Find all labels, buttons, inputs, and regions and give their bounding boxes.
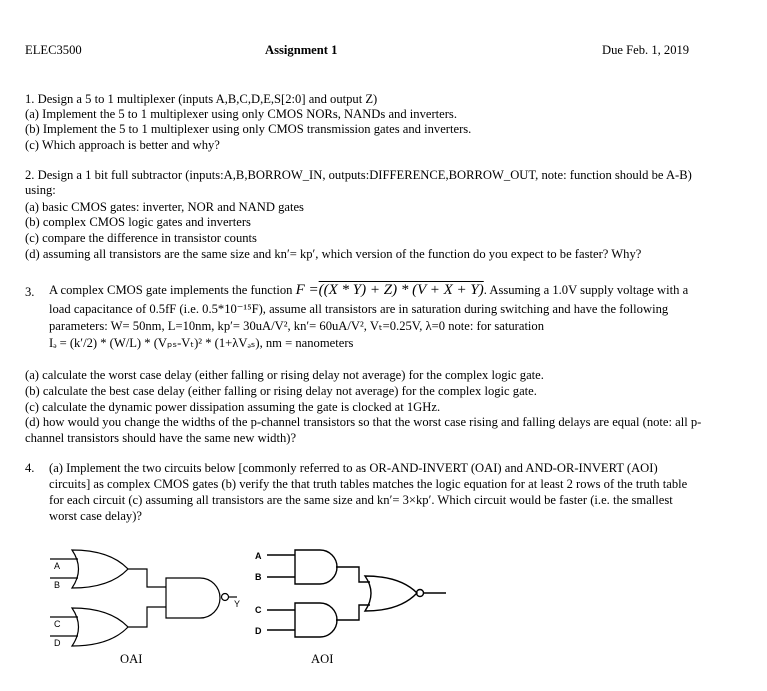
q1-line: (b) Implement the 5 to 1 multiplexer usi… (25, 122, 472, 136)
oai-input-b: B (54, 580, 60, 590)
q4-line: worst case delay)? (49, 509, 143, 523)
aoi-input-a: A (255, 551, 262, 561)
nand-gate (165, 577, 221, 619)
q4-line: circuits] as complex CMOS gates (b) veri… (49, 477, 688, 491)
q2-line: (b) complex CMOS logic gates and inverte… (25, 215, 251, 229)
oai-input-c: C (54, 619, 61, 629)
q2-line: using: (25, 183, 56, 197)
q3-part: (a) calculate the worst case delay (eith… (25, 368, 544, 382)
q3-part: channel transistors should have the same… (25, 431, 297, 445)
q3-part: (b) calculate the best case delay (eithe… (25, 384, 537, 398)
course-code: ELEC3500 (25, 43, 82, 57)
q3-line1: A complex CMOS gate implements the funct… (49, 283, 688, 298)
q4-line: for each circuit (c) assuming all transi… (49, 493, 673, 507)
q2-line: (a) basic CMOS gates: inverter, NOR and … (25, 200, 304, 214)
q3-part: (d) how would you change the widths of t… (25, 415, 702, 429)
doc-title: Assignment 1 (265, 43, 338, 57)
and-gate-1 (294, 549, 338, 585)
nor-gate (363, 575, 418, 612)
q3-intro: A complex CMOS gate implements the funct… (49, 283, 293, 297)
aoi-input-b: B (255, 572, 262, 582)
q4-line: (a) Implement the two circuits below [co… (49, 461, 658, 475)
q1-line: 1. Design a 5 to 1 multiplexer (inputs A… (25, 92, 378, 106)
q3-number: 3. (25, 285, 35, 299)
q1-line: (c) Which approach is better and why? (25, 138, 220, 152)
q2-line: (d) assuming all transistors are the sam… (25, 247, 642, 261)
or-gate-2 (70, 607, 129, 647)
aoi-diagram (267, 549, 446, 638)
q3-after: . Assuming a 1.0V supply voltage with a (483, 283, 689, 297)
assignment-page: ELEC3500 Assignment 1 Due Feb. 1, 2019 1… (0, 0, 767, 691)
oai-input-d: D (54, 638, 61, 648)
function-rhs: ((X * Y) + Z) * (V + X + Y) (318, 282, 484, 298)
aoi-labels: A B C D (255, 551, 262, 636)
q2-line: 2. Design a 1 bit full subtractor (input… (25, 168, 692, 182)
aoi-caption: AOI (311, 652, 334, 666)
q2-line: (c) compare the difference in transistor… (25, 231, 257, 245)
due-date: Due Feb. 1, 2019 (602, 43, 690, 57)
q3-part: (c) calculate the dynamic power dissipat… (25, 400, 441, 414)
aoi-input-c: C (255, 605, 262, 615)
q1-line: (a) Implement the 5 to 1 multiplexer usi… (25, 107, 457, 121)
aoi-input-d: D (255, 626, 262, 636)
q3-line: load capacitance of 0.5fF (i.e. 0.5*10⁻¹… (49, 302, 669, 316)
or-gate-1 (70, 549, 129, 589)
oai-input-a: A (54, 561, 60, 571)
oai-diagram (50, 549, 237, 647)
function-lhs: F = (295, 282, 319, 298)
logic-diagrams: A B C D Y A B C D (50, 549, 446, 648)
oai-output-y: Y (234, 599, 240, 609)
q3-line: parameters: W= 50nm, L=10nm, kp′= 30uA/V… (49, 319, 545, 333)
q4-number: 4. (25, 461, 35, 475)
and-gate-2 (294, 602, 338, 638)
oai-caption: OAI (120, 652, 143, 666)
q3-line: Iₔ = (k′/2) * (W/L) * (Vₚₛ-Vₜ)² * (1+λVₔ… (49, 336, 354, 350)
